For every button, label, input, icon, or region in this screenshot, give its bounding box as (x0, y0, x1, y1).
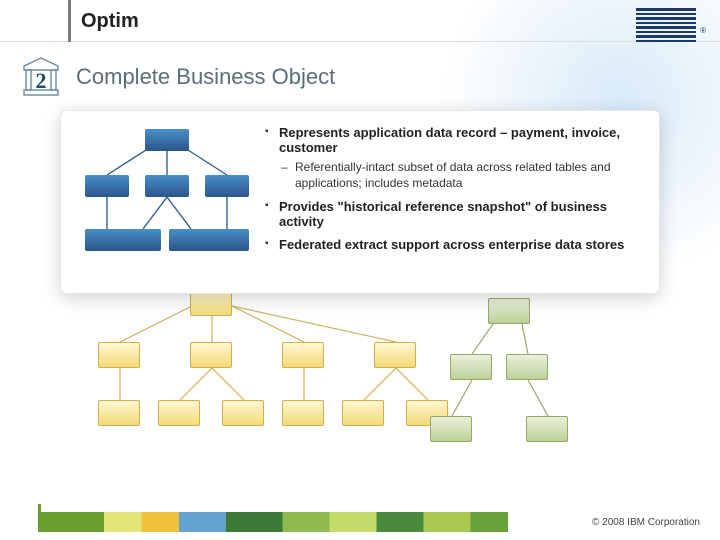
slide: Optim ® 2 Complete Business Object (0, 0, 720, 540)
bullet-3: Federated extract support across enterpr… (265, 237, 641, 252)
footer-color-stripe (38, 512, 508, 532)
product-name: Optim (68, 0, 139, 42)
pillar-number-icon: 2 (20, 56, 62, 98)
pillar-number: 2 (36, 68, 47, 93)
content-card: Represents application data record – pay… (60, 110, 660, 294)
bullet-1: Represents application data record – pay… (265, 125, 641, 191)
slide-footer: © 2008 IBM Corporation (0, 510, 720, 540)
slide-header: Optim ® (0, 0, 720, 42)
background-diagram (80, 290, 600, 490)
bullet-1-sub-1: Referentially-intact subset of data acro… (279, 159, 641, 191)
bullet-1-text: Represents application data record – pay… (279, 125, 620, 155)
card-text: Represents application data record – pay… (265, 125, 641, 275)
registered-mark: ® (700, 26, 706, 35)
slide-title: Complete Business Object (76, 64, 335, 90)
ibm-logo-icon (636, 8, 696, 42)
bullet-2: Provides "historical reference snapshot"… (265, 199, 641, 229)
card-diagram (79, 125, 249, 275)
copyright-text: © 2008 IBM Corporation (592, 517, 700, 528)
title-row: 2 Complete Business Object (20, 56, 335, 98)
